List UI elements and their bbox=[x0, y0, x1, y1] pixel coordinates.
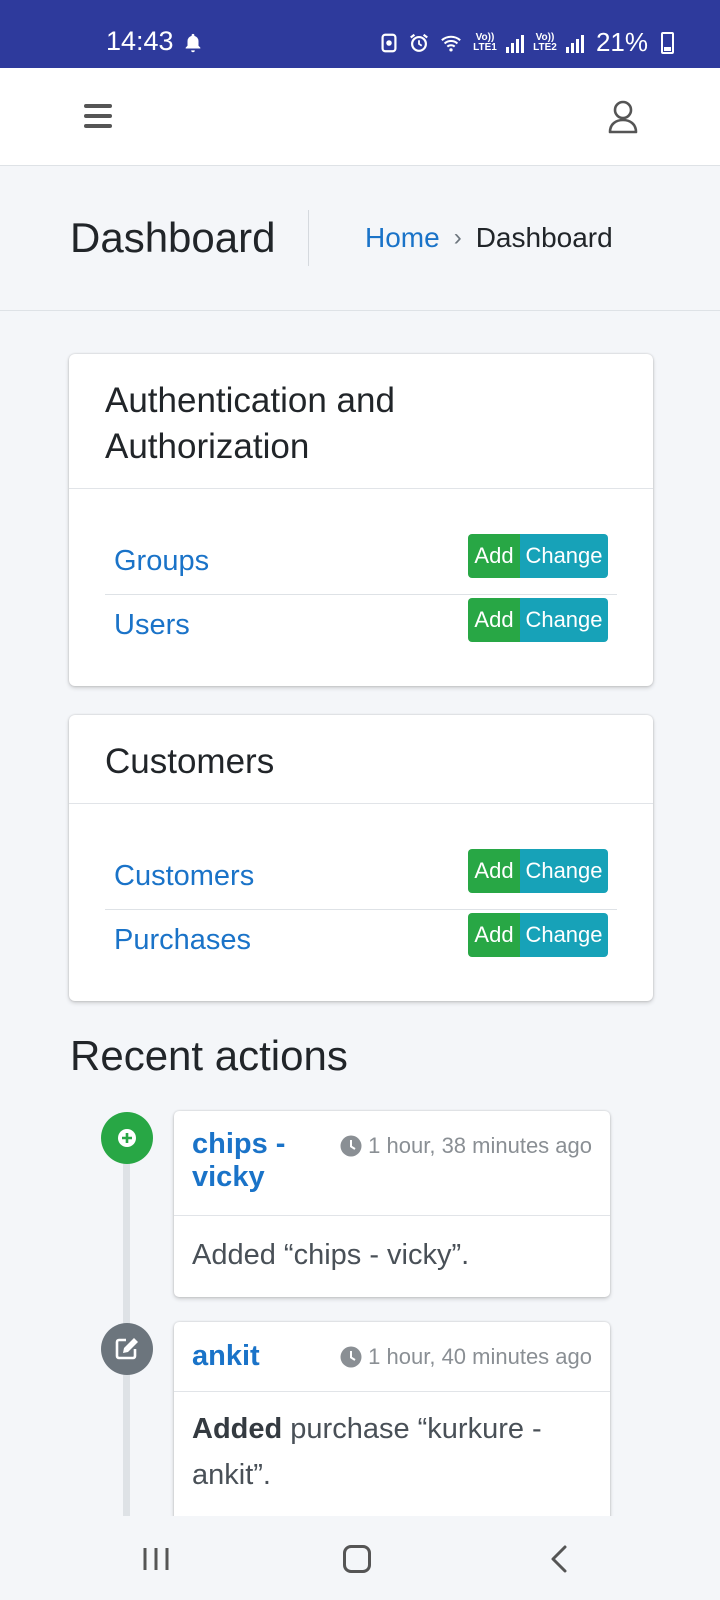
model-link-groups[interactable]: Groups bbox=[114, 545, 209, 578]
alarm-icon bbox=[410, 33, 428, 52]
model-row-groups: Groups Add Change bbox=[105, 531, 617, 595]
timeline-item: chips - vicky 1 hour, 38 minutes ago Add… bbox=[174, 1111, 610, 1297]
edit-icon bbox=[115, 1338, 138, 1360]
add-users-button[interactable]: Add bbox=[468, 598, 520, 642]
data-saver-icon bbox=[381, 33, 397, 52]
timeline-time-text: 1 hour, 38 minutes ago bbox=[368, 1133, 592, 1158]
change-groups-button[interactable]: Change bbox=[520, 534, 608, 578]
model-actions: Add Change bbox=[468, 849, 608, 893]
timeline-item-header: chips - vicky 1 hour, 38 minutes ago bbox=[174, 1111, 610, 1216]
breadcrumb-separator: › bbox=[453, 224, 462, 251]
timeline-badge-add bbox=[101, 1112, 153, 1164]
model-row-customers: Customers Add Change bbox=[105, 846, 617, 910]
content-header: Dashboard Home › Dashboard bbox=[0, 166, 720, 311]
model-row-users: Users Add Change bbox=[105, 595, 617, 659]
back-icon[interactable] bbox=[547, 1544, 571, 1574]
top-navbar bbox=[0, 68, 720, 166]
model-actions: Add Change bbox=[468, 913, 608, 957]
model-link-users[interactable]: Users bbox=[114, 609, 190, 642]
timeline-item-body: Added “chips - vicky”. bbox=[192, 1239, 470, 1271]
status-icons: Vo)) LTE1 Vo)) LTE2 21% bbox=[378, 27, 670, 58]
change-users-button[interactable]: Change bbox=[520, 598, 608, 642]
timeline-object-link[interactable]: ankit bbox=[192, 1340, 260, 1373]
timeline-item-header: ankit 1 hour, 40 minutes ago bbox=[174, 1322, 610, 1392]
breadcrumb-home-link[interactable]: Home bbox=[365, 222, 440, 254]
header-divider bbox=[308, 210, 309, 266]
clock-icon bbox=[340, 1346, 362, 1368]
hamburger-icon[interactable] bbox=[84, 104, 112, 128]
app-card-title: Customers bbox=[69, 715, 653, 804]
timeline-time-text: 1 hour, 40 minutes ago bbox=[368, 1344, 592, 1369]
app-card-title: Authentication and Authorization bbox=[69, 354, 653, 489]
add-customers-button[interactable]: Add bbox=[468, 849, 520, 893]
network-label-2: Vo)) LTE2 bbox=[533, 31, 557, 53]
change-customers-button[interactable]: Change bbox=[520, 849, 608, 893]
home-icon[interactable] bbox=[343, 1545, 371, 1573]
timeline-object-line2: vicky bbox=[192, 1161, 265, 1193]
recent-apps-icon[interactable] bbox=[142, 1546, 170, 1572]
battery-icon bbox=[661, 32, 674, 54]
timeline-object-link[interactable]: chips - vicky bbox=[192, 1128, 285, 1194]
notification-bell-icon bbox=[185, 33, 201, 53]
timeline-time: 1 hour, 40 minutes ago bbox=[340, 1344, 592, 1370]
user-icon[interactable] bbox=[608, 100, 638, 134]
system-nav-bar bbox=[0, 1516, 720, 1600]
network-label-1: Vo)) LTE1 bbox=[473, 31, 497, 53]
app-card-auth: Authentication and Authorization Groups … bbox=[69, 354, 653, 686]
model-actions: Add Change bbox=[468, 598, 608, 642]
recent-actions-title: Recent actions bbox=[70, 1032, 348, 1079]
signal-1-icon bbox=[505, 33, 524, 53]
add-groups-button[interactable]: Add bbox=[468, 534, 520, 578]
app-card-body: Groups Add Change Users Add Change bbox=[69, 489, 653, 659]
signal-2-icon bbox=[565, 33, 584, 53]
status-time: 14:43 bbox=[106, 26, 174, 56]
timeline-object-line1: chips - bbox=[192, 1128, 286, 1160]
timeline-badge-edit bbox=[101, 1323, 153, 1375]
breadcrumb-current: Dashboard bbox=[475, 222, 613, 253]
model-link-customers[interactable]: Customers bbox=[114, 860, 254, 893]
plus-icon bbox=[118, 1129, 136, 1147]
model-row-purchases: Purchases Add Change bbox=[105, 910, 617, 974]
app-card-customers: Customers Customers Add Change Purchases… bbox=[69, 715, 653, 1001]
status-bar: 14:43 Vo)) LTE1 Vo)) LTE2 21% bbox=[0, 0, 720, 68]
model-link-purchases[interactable]: Purchases bbox=[114, 924, 251, 957]
add-purchases-button[interactable]: Add bbox=[468, 913, 520, 957]
page-title: Dashboard bbox=[70, 214, 276, 261]
battery-percent: 21% bbox=[595, 27, 648, 57]
model-actions: Add Change bbox=[468, 534, 608, 578]
timeline-action-word: Added bbox=[192, 1413, 283, 1445]
timeline-item-body: Added purchase “kurkure - ankit”. bbox=[174, 1392, 610, 1516]
clock-icon bbox=[340, 1135, 362, 1157]
breadcrumb: Home › Dashboard bbox=[365, 222, 613, 254]
app-card-body: Customers Add Change Purchases Add Chang… bbox=[69, 804, 653, 974]
timeline-item: ankit 1 hour, 40 minutes ago Added purch… bbox=[174, 1322, 610, 1532]
change-purchases-button[interactable]: Change bbox=[520, 913, 608, 957]
wifi-icon bbox=[441, 35, 461, 52]
timeline-time: 1 hour, 38 minutes ago bbox=[340, 1133, 592, 1159]
